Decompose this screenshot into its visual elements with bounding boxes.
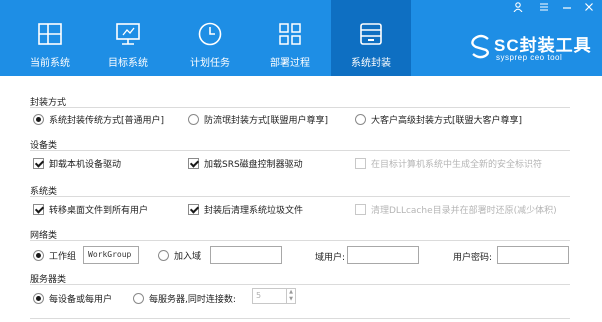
divider xyxy=(30,240,570,241)
checkbox-uninstall-drivers[interactable]: 卸载本机设备驱动 xyxy=(33,156,121,170)
tab-deploy-process[interactable]: 部署过程 xyxy=(250,0,330,76)
radio-anti-rogue-packaging[interactable]: 防流氓封装方式[联盟用户尊享] xyxy=(188,112,328,126)
checkbox-load-srs-driver[interactable]: 加载SRS磁盘控制器驱动 xyxy=(188,156,303,170)
connections-value: 5 xyxy=(256,291,262,300)
option-label: 在目标计算机系统中生成全新的安全标识符 xyxy=(371,159,543,170)
tab-label: 系统封装 xyxy=(351,58,391,69)
option-label: 防流氓封装方式[联盟用户尊享] xyxy=(204,115,329,126)
divider xyxy=(30,196,570,197)
package-icon xyxy=(357,20,385,48)
tab-system-packaging[interactable]: 系统封装 xyxy=(331,0,411,76)
option-label: 转移桌面文件到所有用户 xyxy=(49,205,149,216)
radio-indicator[interactable] xyxy=(33,113,44,125)
option-label: 封装后清理系统垃圾文件 xyxy=(204,205,304,216)
radio-indicator[interactable] xyxy=(33,292,44,304)
checkbox-clean-junk-files[interactable]: 封装后清理系统垃圾文件 xyxy=(188,202,303,216)
minimize-icon[interactable] xyxy=(558,0,576,14)
tab-label: 计划任务 xyxy=(190,58,230,69)
app-logo: SC封装工具 sysprep ceo tool xyxy=(468,31,598,67)
domain-user-input[interactable] xyxy=(347,246,419,264)
password-label: 用户密码: xyxy=(453,253,493,263)
radio-per-device[interactable]: 每设备或每用户 xyxy=(33,291,112,305)
divider xyxy=(30,318,570,319)
monitor-icon xyxy=(114,20,142,48)
radio-indicator[interactable] xyxy=(133,292,144,304)
checkbox-indicator xyxy=(355,157,366,169)
menu-icon[interactable] xyxy=(535,0,553,14)
logo-mark-icon xyxy=(468,33,494,59)
password-input[interactable] xyxy=(497,246,569,264)
checkbox-clean-dllcache: 清理DLLcache目录并在部署时还原(减少体积) xyxy=(355,202,557,216)
divider xyxy=(30,107,570,108)
checkbox-indicator[interactable] xyxy=(188,203,199,215)
radio-indicator[interactable] xyxy=(355,113,366,125)
domain-input[interactable] xyxy=(210,246,282,264)
checkbox-indicator[interactable] xyxy=(188,157,199,169)
radio-indicator[interactable] xyxy=(188,113,199,125)
option-label: 加入域 xyxy=(174,251,202,262)
radio-indicator[interactable] xyxy=(33,249,44,261)
tab-label: 部署过程 xyxy=(270,58,310,69)
connections-stepper[interactable]: 5 ▲ ▼ xyxy=(252,288,296,304)
divider xyxy=(30,284,570,285)
windows-icon xyxy=(36,20,64,48)
checkbox-new-sid: 在目标计算机系统中生成全新的安全标识符 xyxy=(355,156,542,170)
grid-icon xyxy=(276,20,304,48)
checkbox-indicator xyxy=(355,203,366,215)
option-label: 每服务器,同时连接数: xyxy=(149,294,236,305)
option-label: 每设备或每用户 xyxy=(49,294,113,305)
option-label: 工作组 xyxy=(49,251,77,262)
tab-label: 当前系统 xyxy=(30,58,70,69)
option-label: 卸载本机设备驱动 xyxy=(49,159,122,170)
tab-target-system[interactable]: 目标系统 xyxy=(88,0,168,76)
workgroup-input[interactable]: WorkGroup xyxy=(83,246,139,264)
stepper-arrows-icon[interactable]: ▲ ▼ xyxy=(286,289,295,303)
divider xyxy=(30,150,570,151)
option-label: 加载SRS磁盘控制器驱动 xyxy=(204,159,303,170)
radio-indicator[interactable] xyxy=(158,249,169,261)
tab-label: 目标系统 xyxy=(108,58,148,69)
domain-user-label: 域用户: xyxy=(315,253,346,263)
app-header: 当前系统 目标系统 计划任务 部署过程 系统封装 SC封装工具 sysprep … xyxy=(0,0,602,76)
radio-traditional-packaging[interactable]: 系统封装传统方式[普通用户] xyxy=(33,112,164,126)
option-label: 清理DLLcache目录并在部署时还原(减少体积) xyxy=(371,205,557,216)
radio-per-server[interactable]: 每服务器,同时连接数: xyxy=(133,291,236,305)
clock-icon xyxy=(196,20,224,48)
tab-current-system[interactable]: 当前系统 xyxy=(10,0,90,76)
user-icon[interactable] xyxy=(509,0,527,14)
close-icon[interactable] xyxy=(580,0,598,14)
radio-enterprise-packaging[interactable]: 大客户高级封装方式[联盟大客户尊享] xyxy=(355,112,522,126)
logo-subtitle: sysprep ceo tool xyxy=(496,53,563,62)
option-label: 系统封装传统方式[普通用户] xyxy=(49,115,165,126)
option-label: 大客户高级封装方式[联盟大客户尊享] xyxy=(371,115,523,126)
radio-workgroup[interactable]: 工作组 xyxy=(33,248,76,262)
tab-scheduled-tasks[interactable]: 计划任务 xyxy=(170,0,250,76)
checkbox-indicator[interactable] xyxy=(33,157,44,169)
radio-join-domain[interactable]: 加入域 xyxy=(158,248,201,262)
checkbox-move-desktop-files[interactable]: 转移桌面文件到所有用户 xyxy=(33,202,148,216)
checkbox-indicator[interactable] xyxy=(33,203,44,215)
